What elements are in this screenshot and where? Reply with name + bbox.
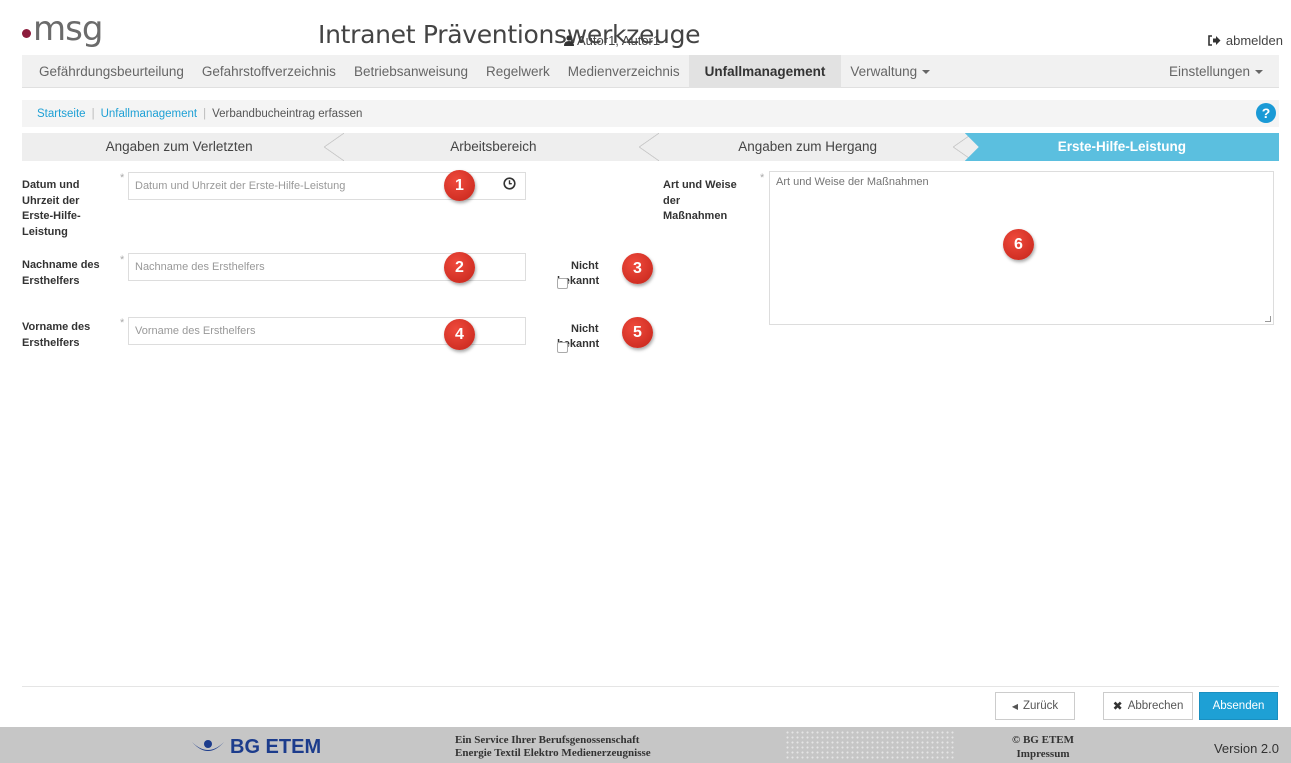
footer-service-line2: Energie Textil Elektro Medienerzeugnisse: [455, 747, 651, 759]
nav-item-verwaltung[interactable]: Verwaltung: [841, 55, 939, 88]
step-arbeitsbereich[interactable]: Arbeitsbereich: [336, 133, 659, 161]
step-erste-hilfe-leistung[interactable]: Erste-Hilfe-Leistung: [964, 133, 1279, 161]
caret-down-icon: [922, 69, 931, 74]
msg-logo: msg: [22, 9, 103, 49]
vorname-label: Vorname des Ersthelfers: [22, 321, 91, 349]
cancel-label: Abbrechen: [1127, 700, 1184, 712]
vorname-unknown-checkbox[interactable]: [557, 342, 568, 353]
nav-item-gefaehrdungsbeurteilung[interactable]: Gefährdungsbeurteilung: [22, 55, 193, 88]
bg-etem-logo: BG ETEM: [190, 736, 321, 759]
annotation-badge-6: 6: [1003, 229, 1034, 260]
logo-text: msg: [33, 9, 103, 49]
footer-copyright: © BG ETEM Impressum: [1012, 733, 1074, 761]
cancel-button[interactable]: ✖ Abbrechen: [1103, 692, 1193, 720]
wizard-steps: Angaben zum Verletzten Arbeitsbereich An…: [22, 133, 1279, 161]
logout-icon: [1208, 35, 1221, 46]
breadcrumb-unfallmanagement[interactable]: Unfallmanagement: [101, 108, 198, 120]
footer-service-line1: Ein Service Ihrer Berufsgenossenschaft: [455, 734, 640, 746]
logo-dot: [22, 29, 31, 38]
nachname-label: Nachname des Ersthelfers: [22, 259, 100, 287]
footer: BG ETEM Ein Service Ihrer Berufsgenossen…: [0, 727, 1291, 763]
footer-service: Ein Service Ihrer Berufsgenossenschaft E…: [455, 734, 651, 760]
datum-label: Datum und Uhrzeit der Erste-Hilfe-Leistu…: [22, 179, 81, 238]
bg-etem-mark-icon: [192, 739, 224, 751]
annotation-badge-1: 1: [444, 170, 475, 201]
annotation-badge-5: 5: [622, 317, 653, 348]
logout-link[interactable]: abmelden: [1208, 33, 1283, 48]
main-nav: Gefährdungsbeurteilung Gefahrstoffverzei…: [22, 54, 1279, 88]
nav-einstellungen-label: Einstellungen: [1168, 63, 1250, 79]
breadcrumb-separator: |: [203, 107, 207, 120]
help-icon[interactable]: ?: [1256, 103, 1276, 123]
chevron-left-icon: ◀: [1011, 701, 1018, 711]
user-icon: [564, 35, 574, 46]
breadcrumb-startseite[interactable]: Startseite: [37, 108, 86, 120]
nav-verwaltung-label: Verwaltung: [850, 63, 918, 79]
copyright-text: © BG ETEM: [1012, 734, 1075, 746]
footer-logo-text: BG ETEM: [230, 736, 322, 758]
user-name: Autor1, Autor1: [577, 33, 661, 48]
nav-item-betriebsanweisung[interactable]: Betriebsanweisung: [345, 55, 477, 88]
clock-icon[interactable]: [503, 177, 516, 193]
step-angaben-hergang[interactable]: Angaben zum Hergang: [651, 133, 974, 161]
user-info: Autor1, Autor1: [564, 33, 660, 48]
top-bar: msg Intranet Präventionswerkzeuge Autor1…: [0, 0, 1291, 54]
breadcrumb: Startseite | Unfallmanagement | Verbandb…: [22, 100, 1279, 127]
required-mark: *: [760, 172, 765, 184]
nav-item-einstellungen[interactable]: Einstellungen: [1160, 55, 1279, 88]
close-icon: ✖: [1112, 699, 1123, 713]
nav-item-regelwerk[interactable]: Regelwerk: [477, 55, 559, 88]
logout-label: abmelden: [1225, 33, 1283, 48]
nav-item-unfallmanagement[interactable]: Unfallmanagement: [688, 54, 842, 88]
nav-item-medienverzeichnis[interactable]: Medienverzeichnis: [559, 55, 689, 88]
version-text: Version 2.0: [1213, 741, 1279, 756]
required-mark: *: [120, 172, 125, 184]
breadcrumb-separator: |: [91, 107, 95, 120]
nav-item-gefahrstoffverzeichnis[interactable]: Gefahrstoffverzeichnis: [193, 55, 345, 88]
breadcrumb-current: Verbandbucheintrag erfassen: [212, 107, 363, 120]
nachname-unknown-checkbox[interactable]: [557, 278, 568, 289]
resize-handle-icon[interactable]: [1265, 316, 1271, 322]
back-button[interactable]: ◀ Zurück: [995, 692, 1075, 720]
annotation-badge-4: 4: [444, 319, 475, 350]
annotation-badge-2: 2: [444, 252, 475, 283]
required-mark: *: [120, 254, 125, 266]
back-label: Zurück: [1023, 700, 1059, 712]
caret-down-icon: [1255, 69, 1263, 74]
footer-dot-pattern: [785, 730, 955, 760]
divider: [22, 686, 1279, 687]
massnahmen-label: Art und Weise der Maßnahmen: [663, 179, 737, 222]
annotation-badge-3: 3: [622, 253, 653, 284]
impressum-link[interactable]: Impressum: [1012, 747, 1074, 761]
submit-button[interactable]: Absenden: [1199, 692, 1278, 720]
step-angaben-verletzten[interactable]: Angaben zum Verletzten: [22, 133, 345, 161]
required-mark: *: [120, 317, 125, 329]
